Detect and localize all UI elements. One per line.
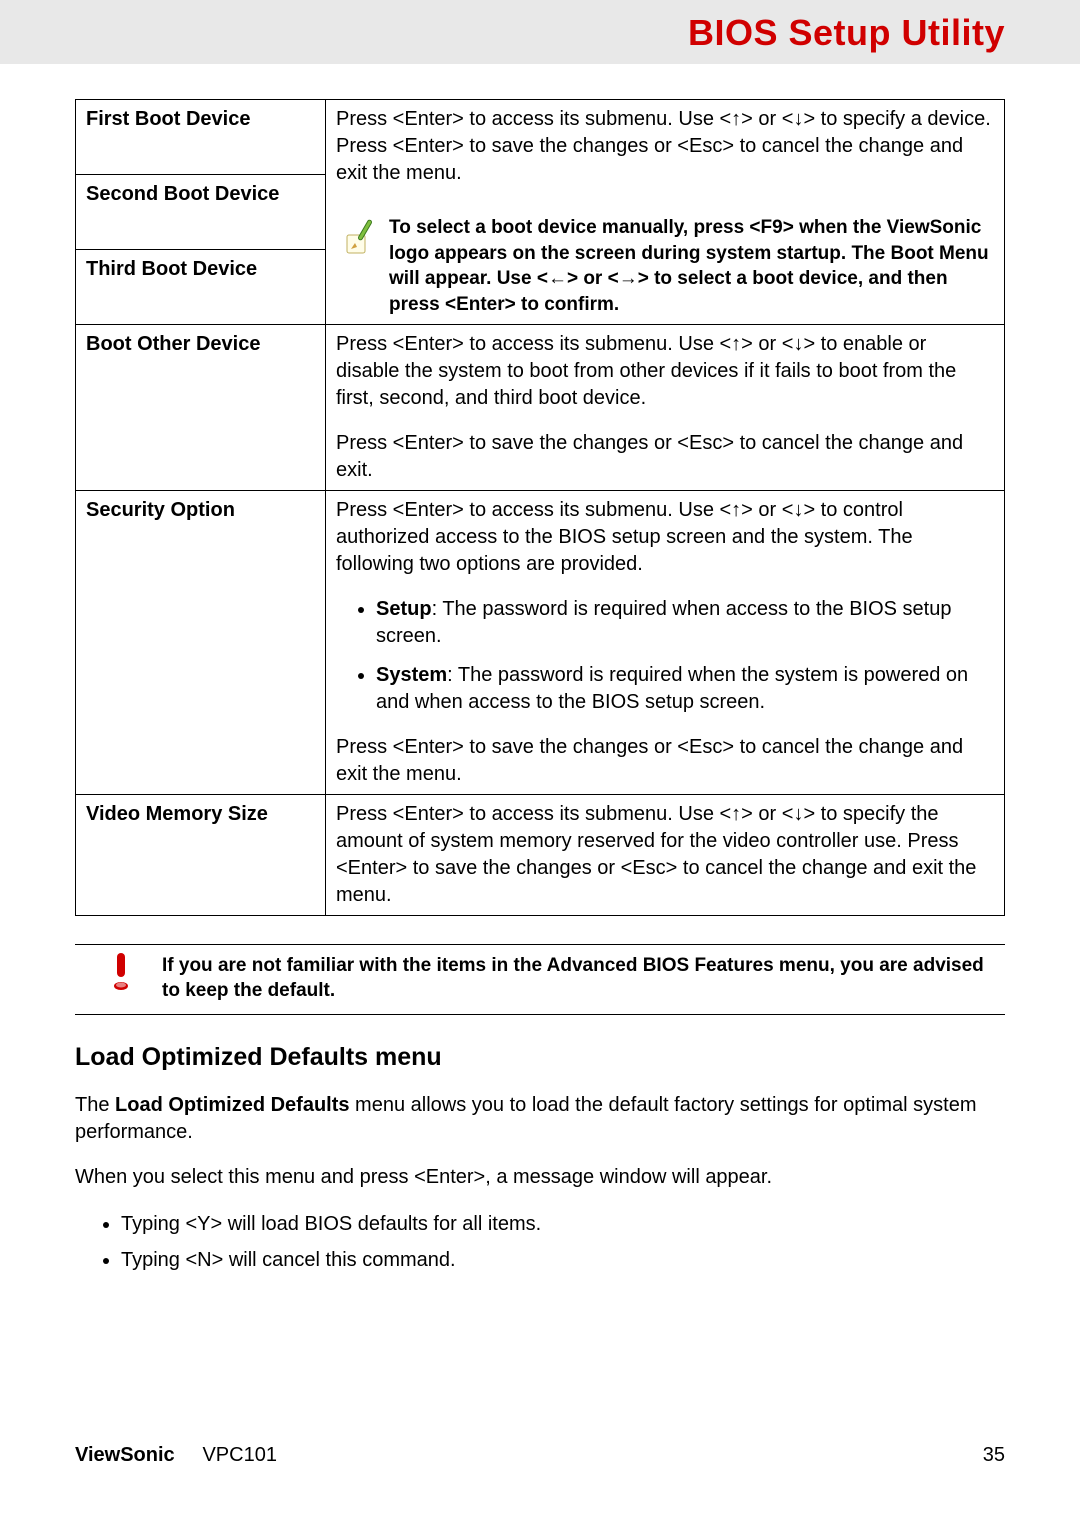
footer-left: ViewSonic VPC101	[75, 1444, 277, 1467]
boot-devices-description: Press <Enter> to access its submenu. Use…	[326, 100, 1005, 325]
tip-text: To select a boot device manually, press …	[389, 215, 994, 318]
opt-setup-name: Setup	[376, 598, 432, 620]
list-item-n: Typing <N> will cancel this command.	[121, 1245, 1005, 1275]
section-heading-load-defaults: Load Optimized Defaults menu	[75, 1043, 1005, 1072]
note-icon	[341, 215, 377, 265]
load-defaults-p2: When you select this menu and press <Ent…	[75, 1164, 1005, 1191]
row-boot-other-label: Boot Other Device	[76, 324, 326, 490]
load-defaults-p1: The Load Optimized Defaults menu allows …	[75, 1092, 1005, 1146]
warning-icon	[75, 953, 132, 997]
p1-a: The	[75, 1094, 115, 1116]
row-first-boot-label: First Boot Device	[76, 100, 326, 175]
security-option-setup: Setup: The password is required when acc…	[376, 596, 994, 650]
warning-text: If you are not familiar with the items i…	[162, 953, 1005, 1004]
p1-strong: Load Optimized Defaults	[115, 1094, 349, 1116]
tip-row: To select a boot device manually, press …	[336, 205, 994, 318]
opt-system-name: System	[376, 664, 447, 686]
opt-setup-text: : The password is required when access t…	[376, 598, 951, 647]
footer-brand: ViewSonic	[75, 1444, 175, 1466]
opt-system-text: : The password is required when the syst…	[376, 664, 968, 713]
row-third-boot-label: Third Boot Device	[76, 249, 326, 324]
load-defaults-list: Typing <Y> will load BIOS defaults for a…	[75, 1209, 1005, 1275]
row-security-label: Security Option	[76, 490, 326, 794]
boot-other-description: Press <Enter> to access its submenu. Use…	[326, 324, 1005, 490]
security-description: Press <Enter> to access its submenu. Use…	[326, 490, 1005, 794]
boot-other-p2: Press <Enter> to save the changes or <Es…	[336, 430, 994, 484]
security-option-system: System: The password is required when th…	[376, 662, 994, 716]
warning-block: If you are not familiar with the items i…	[75, 944, 1005, 1015]
security-p2: Press <Enter> to save the changes or <Es…	[336, 734, 994, 788]
boot-other-p1: Press <Enter> to access its submenu. Use…	[336, 331, 994, 412]
bios-options-table: First Boot Device Press <Enter> to acces…	[75, 99, 1005, 916]
page-title: BIOS Setup Utility	[688, 12, 1005, 54]
security-p1: Press <Enter> to access its submenu. Use…	[336, 497, 994, 578]
row-second-boot-label: Second Boot Device	[76, 174, 326, 249]
header-bar: BIOS Setup Utility	[0, 0, 1080, 64]
list-item-y: Typing <Y> will load BIOS defaults for a…	[121, 1209, 1005, 1239]
boot-desc-text: Press <Enter> to access its submenu. Use…	[336, 106, 994, 187]
footer-page-number: 35	[983, 1444, 1005, 1467]
row-video-mem-label: Video Memory Size	[76, 794, 326, 915]
content-area: First Boot Device Press <Enter> to acces…	[0, 64, 1080, 1275]
video-mem-description: Press <Enter> to access its submenu. Use…	[326, 794, 1005, 915]
footer-model: VPC101	[202, 1444, 277, 1466]
page-footer: ViewSonic VPC101 35	[75, 1444, 1005, 1467]
security-options-list: Setup: The password is required when acc…	[336, 596, 994, 716]
